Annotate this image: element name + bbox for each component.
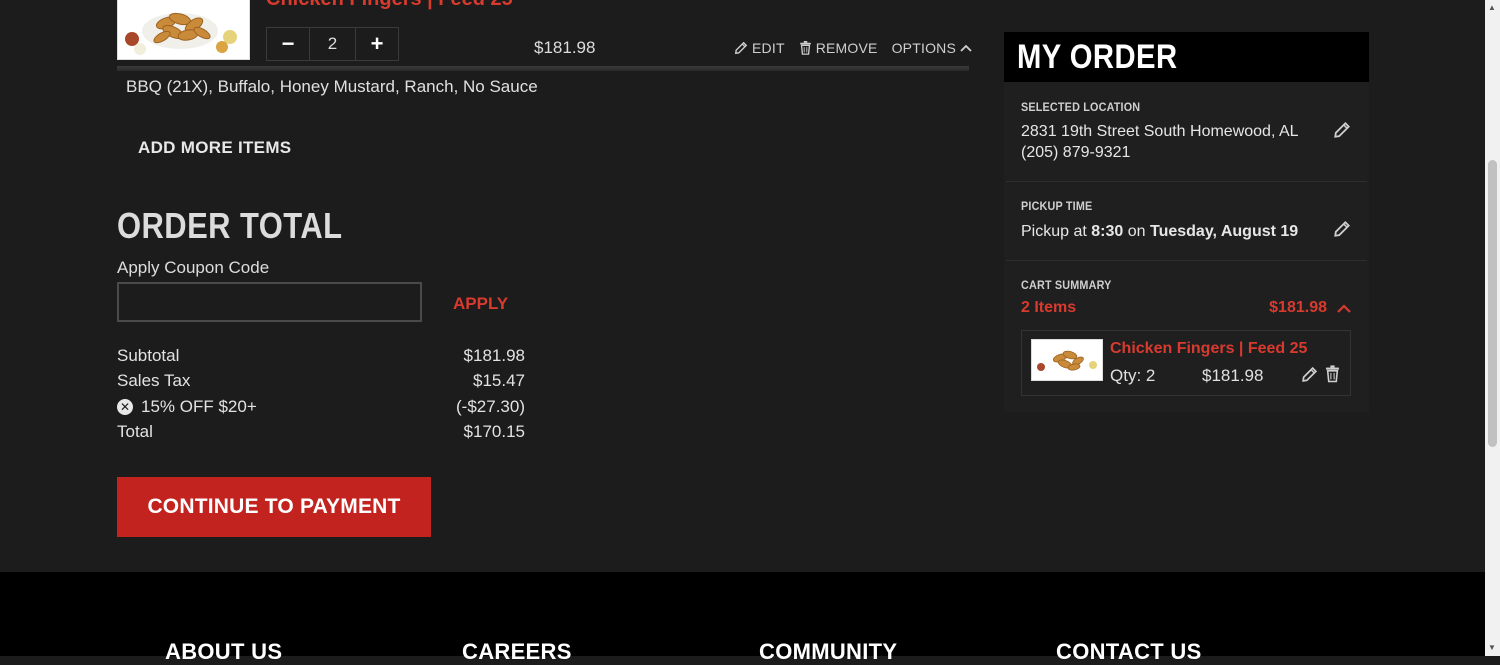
totals-table: Subtotal $181.98 Sales Tax $15.47 ✕ 15% …: [117, 343, 525, 445]
cart-item-count: 2 Items: [1021, 299, 1077, 316]
scrollbar-thumb[interactable]: [1488, 160, 1497, 447]
mini-item-image: [1031, 339, 1103, 381]
discount-row: ✕ 15% OFF $20+ (-$27.30): [117, 394, 525, 420]
footer-careers-link[interactable]: CAREERS: [462, 639, 572, 665]
discount-label-group: ✕ 15% OFF $20+: [117, 397, 257, 417]
chevron-up-icon: [1337, 303, 1351, 313]
remove-mini-item-trash-icon[interactable]: [1325, 365, 1340, 383]
remove-discount-icon[interactable]: ✕: [117, 398, 133, 415]
pickup-on: on: [1127, 223, 1146, 240]
subtotal-value: $181.98: [463, 345, 525, 365]
scroll-up-arrow-icon[interactable]: ▲: [1488, 3, 1496, 12]
cart-item-title[interactable]: Chicken Fingers | Feed 25: [266, 0, 513, 11]
quantity-stepper: − 2 +: [266, 27, 399, 61]
mini-item-qty: Qty: 2: [1110, 366, 1156, 385]
pickup-prefix: Pickup at: [1021, 223, 1087, 240]
pencil-icon: [734, 41, 748, 55]
total-row: Total $170.15: [117, 420, 525, 446]
coupon-code-input[interactable]: [117, 282, 422, 322]
sales-tax-value: $15.47: [473, 371, 525, 391]
footer-contact-us-link[interactable]: CONTACT US: [1056, 639, 1202, 665]
apply-coupon-button[interactable]: APPLY: [453, 294, 508, 314]
edit-item-button[interactable]: EDIT: [734, 40, 785, 56]
cart-item-options: BBQ (21X), Buffalo, Honey Mustard, Ranch…: [126, 77, 538, 96]
footer-about-us-link[interactable]: ABOUT US: [165, 639, 282, 665]
add-more-items-link[interactable]: ADD MORE ITEMS: [138, 138, 291, 158]
pickup-time-label: PICKUP TIME: [1021, 199, 1093, 213]
cart-total-group: $181.98: [1269, 299, 1351, 317]
coupon-label: Apply Coupon Code: [117, 258, 270, 277]
pickup-time-value: 8:30: [1091, 223, 1124, 240]
location-phone: (205) 879-9321: [1021, 144, 1131, 161]
edit-mini-item-pencil-icon[interactable]: [1301, 366, 1318, 383]
edit-label: EDIT: [752, 40, 785, 56]
subtotal-label: Subtotal: [117, 345, 180, 365]
decrease-quantity-button[interactable]: −: [267, 28, 309, 60]
location-address: 2831 19th Street South Homewood, AL: [1021, 123, 1299, 140]
my-order-title: MY ORDER: [1017, 37, 1178, 76]
continue-to-payment-button[interactable]: CONTINUE TO PAYMENT: [117, 477, 431, 537]
item-divider: [117, 66, 969, 71]
mini-item-price: $181.98: [1202, 366, 1264, 385]
options-toggle[interactable]: OPTIONS: [892, 40, 972, 56]
remove-item-button[interactable]: REMOVE: [799, 40, 878, 56]
cart-item-price: $181.98: [534, 38, 596, 57]
pickup-time-text: Pickup at 8:30 on Tuesday, August 19: [1021, 221, 1298, 242]
scroll-down-arrow-icon[interactable]: ▼: [1488, 643, 1496, 652]
selected-location-label: SELECTED LOCATION: [1021, 100, 1141, 114]
discount-label: 15% OFF $20+: [141, 396, 257, 416]
edit-location-pencil-icon[interactable]: [1333, 121, 1351, 139]
order-total-heading: ORDER TOTAL: [117, 205, 343, 246]
pickup-date-value: Tuesday, August 19: [1150, 223, 1299, 240]
remove-label: REMOVE: [815, 40, 878, 56]
cart-summary-label: CART SUMMARY: [1021, 278, 1112, 292]
my-order-heading: MY ORDER: [1004, 32, 1369, 82]
edit-pickup-pencil-icon[interactable]: [1333, 220, 1351, 238]
cart-summary-toggle[interactable]: 2 Items $181.98: [1021, 299, 1351, 317]
section-divider: [1006, 260, 1367, 261]
sales-tax-label: Sales Tax: [117, 371, 191, 391]
increase-quantity-button[interactable]: +: [356, 28, 398, 60]
footer-community-link[interactable]: COMMUNITY: [759, 639, 897, 665]
subtotal-row: Subtotal $181.98: [117, 343, 525, 369]
cart-summary-total: $181.98: [1269, 299, 1327, 316]
total-label: Total: [117, 422, 153, 442]
chevron-up-icon: [960, 44, 972, 52]
quantity-value[interactable]: 2: [309, 28, 356, 60]
options-label: OPTIONS: [891, 40, 957, 56]
discount-value: (-$27.30): [456, 396, 525, 416]
sales-tax-row: Sales Tax $15.47: [117, 369, 525, 395]
mini-item-title[interactable]: Chicken Fingers | Feed 25: [1110, 340, 1307, 358]
cart-item-image: [117, 0, 250, 60]
trash-icon: [799, 41, 811, 55]
total-value: $170.15: [463, 422, 525, 442]
section-divider: [1006, 181, 1367, 182]
cart-item-actions: EDIT REMOVE OPTIONS: [734, 40, 972, 56]
